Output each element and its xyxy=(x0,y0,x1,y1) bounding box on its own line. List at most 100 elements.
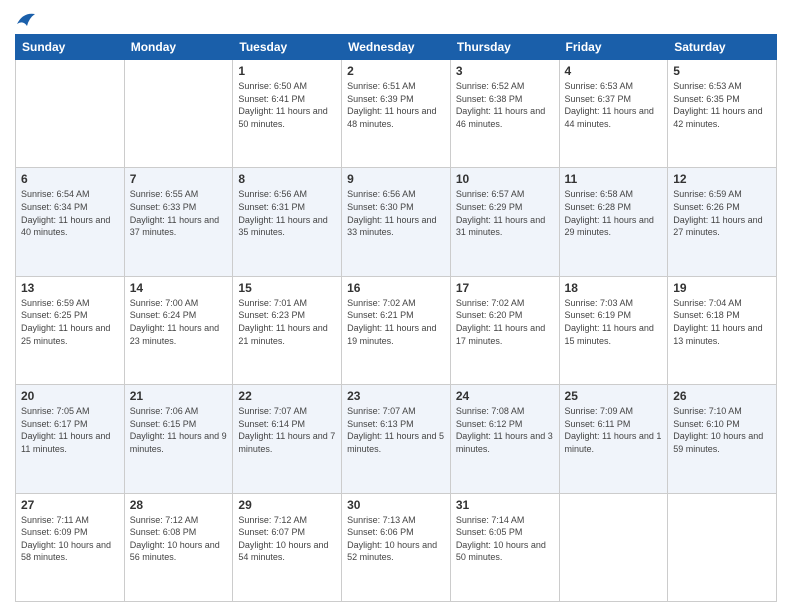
day-info: Sunrise: 7:12 AMSunset: 6:08 PMDaylight:… xyxy=(130,514,228,564)
table-row: 28 Sunrise: 7:12 AMSunset: 6:08 PMDayligh… xyxy=(124,493,233,601)
table-row: 1 Sunrise: 6:50 AMSunset: 6:41 PMDaylight… xyxy=(233,60,342,168)
calendar-week-row: 1 Sunrise: 6:50 AMSunset: 6:41 PMDaylight… xyxy=(16,60,777,168)
day-number: 29 xyxy=(238,498,336,512)
day-number: 12 xyxy=(673,172,771,186)
header-monday: Monday xyxy=(124,35,233,60)
table-row: 15 Sunrise: 7:01 AMSunset: 6:23 PMDayligh… xyxy=(233,276,342,384)
day-number: 13 xyxy=(21,281,119,295)
table-row: 16 Sunrise: 7:02 AMSunset: 6:21 PMDayligh… xyxy=(342,276,451,384)
day-number: 7 xyxy=(130,172,228,186)
calendar-week-row: 13 Sunrise: 6:59 AMSunset: 6:25 PMDayligh… xyxy=(16,276,777,384)
table-row: 13 Sunrise: 6:59 AMSunset: 6:25 PMDayligh… xyxy=(16,276,125,384)
day-info: Sunrise: 7:13 AMSunset: 6:06 PMDaylight:… xyxy=(347,514,445,564)
day-number: 26 xyxy=(673,389,771,403)
day-info: Sunrise: 6:56 AMSunset: 6:30 PMDaylight:… xyxy=(347,188,445,238)
day-info: Sunrise: 7:02 AMSunset: 6:20 PMDaylight:… xyxy=(456,297,554,347)
table-row: 7 Sunrise: 6:55 AMSunset: 6:33 PMDaylight… xyxy=(124,168,233,276)
day-info: Sunrise: 7:11 AMSunset: 6:09 PMDaylight:… xyxy=(21,514,119,564)
day-info: Sunrise: 6:51 AMSunset: 6:39 PMDaylight:… xyxy=(347,80,445,130)
day-number: 31 xyxy=(456,498,554,512)
day-number: 17 xyxy=(456,281,554,295)
calendar-week-row: 20 Sunrise: 7:05 AMSunset: 6:17 PMDayligh… xyxy=(16,385,777,493)
day-info: Sunrise: 6:57 AMSunset: 6:29 PMDaylight:… xyxy=(456,188,554,238)
day-info: Sunrise: 6:52 AMSunset: 6:38 PMDaylight:… xyxy=(456,80,554,130)
day-number: 21 xyxy=(130,389,228,403)
table-row: 21 Sunrise: 7:06 AMSunset: 6:15 PMDayligh… xyxy=(124,385,233,493)
day-info: Sunrise: 7:07 AMSunset: 6:13 PMDaylight:… xyxy=(347,405,445,455)
day-number: 19 xyxy=(673,281,771,295)
day-info: Sunrise: 6:56 AMSunset: 6:31 PMDaylight:… xyxy=(238,188,336,238)
day-number: 1 xyxy=(238,64,336,78)
table-row: 22 Sunrise: 7:07 AMSunset: 6:14 PMDayligh… xyxy=(233,385,342,493)
day-info: Sunrise: 7:00 AMSunset: 6:24 PMDaylight:… xyxy=(130,297,228,347)
day-number: 22 xyxy=(238,389,336,403)
day-number: 14 xyxy=(130,281,228,295)
table-row: 20 Sunrise: 7:05 AMSunset: 6:17 PMDayligh… xyxy=(16,385,125,493)
day-info: Sunrise: 7:07 AMSunset: 6:14 PMDaylight:… xyxy=(238,405,336,455)
day-number: 10 xyxy=(456,172,554,186)
header-saturday: Saturday xyxy=(668,35,777,60)
table-row: 14 Sunrise: 7:00 AMSunset: 6:24 PMDayligh… xyxy=(124,276,233,384)
day-number: 16 xyxy=(347,281,445,295)
table-row: 31 Sunrise: 7:14 AMSunset: 6:05 PMDayligh… xyxy=(450,493,559,601)
day-info: Sunrise: 7:03 AMSunset: 6:19 PMDaylight:… xyxy=(565,297,663,347)
day-info: Sunrise: 6:59 AMSunset: 6:26 PMDaylight:… xyxy=(673,188,771,238)
day-info: Sunrise: 6:55 AMSunset: 6:33 PMDaylight:… xyxy=(130,188,228,238)
logo xyxy=(15,10,37,28)
header-wednesday: Wednesday xyxy=(342,35,451,60)
day-number: 28 xyxy=(130,498,228,512)
table-row: 11Sunrise: 6:58 AMSunset: 6:28 PMDayligh… xyxy=(559,168,668,276)
day-info: Sunrise: 6:53 AMSunset: 6:37 PMDaylight:… xyxy=(565,80,663,130)
table-row xyxy=(16,60,125,168)
table-row: 29Sunrise: 7:12 AMSunset: 6:07 PMDayligh… xyxy=(233,493,342,601)
table-row: 12 Sunrise: 6:59 AMSunset: 6:26 PMDayligh… xyxy=(668,168,777,276)
day-info: Sunrise: 7:10 AMSunset: 6:10 PMDaylight:… xyxy=(673,405,771,455)
table-row xyxy=(668,493,777,601)
table-row: 25 Sunrise: 7:09 AMSunset: 6:11 PMDayligh… xyxy=(559,385,668,493)
table-row: 30Sunrise: 7:13 AMSunset: 6:06 PMDayligh… xyxy=(342,493,451,601)
day-number: 23 xyxy=(347,389,445,403)
day-number: 3 xyxy=(456,64,554,78)
day-number: 25 xyxy=(565,389,663,403)
day-info: Sunrise: 6:53 AMSunset: 6:35 PMDaylight:… xyxy=(673,80,771,130)
day-number: 2 xyxy=(347,64,445,78)
day-number: 9 xyxy=(347,172,445,186)
day-info: Sunrise: 7:04 AMSunset: 6:18 PMDaylight:… xyxy=(673,297,771,347)
table-row: 24Sunrise: 7:08 AMSunset: 6:12 PMDayligh… xyxy=(450,385,559,493)
day-info: Sunrise: 7:01 AMSunset: 6:23 PMDaylight:… xyxy=(238,297,336,347)
day-info: Sunrise: 7:02 AMSunset: 6:21 PMDaylight:… xyxy=(347,297,445,347)
day-number: 18 xyxy=(565,281,663,295)
table-row: 27 Sunrise: 7:11 AMSunset: 6:09 PMDayligh… xyxy=(16,493,125,601)
table-row: 23 Sunrise: 7:07 AMSunset: 6:13 PMDayligh… xyxy=(342,385,451,493)
day-info: Sunrise: 7:14 AMSunset: 6:05 PMDaylight:… xyxy=(456,514,554,564)
day-number: 27 xyxy=(21,498,119,512)
calendar-week-row: 27 Sunrise: 7:11 AMSunset: 6:09 PMDayligh… xyxy=(16,493,777,601)
day-info: Sunrise: 6:54 AMSunset: 6:34 PMDaylight:… xyxy=(21,188,119,238)
calendar-table: Sunday Monday Tuesday Wednesday Thursday… xyxy=(15,34,777,602)
table-row xyxy=(124,60,233,168)
header-sunday: Sunday xyxy=(16,35,125,60)
day-number: 8 xyxy=(238,172,336,186)
day-number: 11 xyxy=(565,172,663,186)
day-info: Sunrise: 7:05 AMSunset: 6:17 PMDaylight:… xyxy=(21,405,119,455)
logo-bird-icon xyxy=(15,10,37,28)
day-number: 5 xyxy=(673,64,771,78)
table-row: 5 Sunrise: 6:53 AMSunset: 6:35 PMDaylight… xyxy=(668,60,777,168)
day-number: 15 xyxy=(238,281,336,295)
table-row: 6 Sunrise: 6:54 AMSunset: 6:34 PMDaylight… xyxy=(16,168,125,276)
calendar-header-row: Sunday Monday Tuesday Wednesday Thursday… xyxy=(16,35,777,60)
header xyxy=(15,10,777,28)
header-thursday: Thursday xyxy=(450,35,559,60)
day-info: Sunrise: 7:09 AMSunset: 6:11 PMDaylight:… xyxy=(565,405,663,455)
day-info: Sunrise: 6:59 AMSunset: 6:25 PMDaylight:… xyxy=(21,297,119,347)
table-row: 3 Sunrise: 6:52 AMSunset: 6:38 PMDaylight… xyxy=(450,60,559,168)
day-number: 20 xyxy=(21,389,119,403)
day-number: 4 xyxy=(565,64,663,78)
day-info: Sunrise: 7:06 AMSunset: 6:15 PMDaylight:… xyxy=(130,405,228,455)
day-info: Sunrise: 6:50 AMSunset: 6:41 PMDaylight:… xyxy=(238,80,336,130)
day-number: 6 xyxy=(21,172,119,186)
table-row: 10 Sunrise: 6:57 AMSunset: 6:29 PMDayligh… xyxy=(450,168,559,276)
page: Sunday Monday Tuesday Wednesday Thursday… xyxy=(0,0,792,612)
table-row: 8 Sunrise: 6:56 AMSunset: 6:31 PMDaylight… xyxy=(233,168,342,276)
table-row: 26 Sunrise: 7:10 AMSunset: 6:10 PMDayligh… xyxy=(668,385,777,493)
